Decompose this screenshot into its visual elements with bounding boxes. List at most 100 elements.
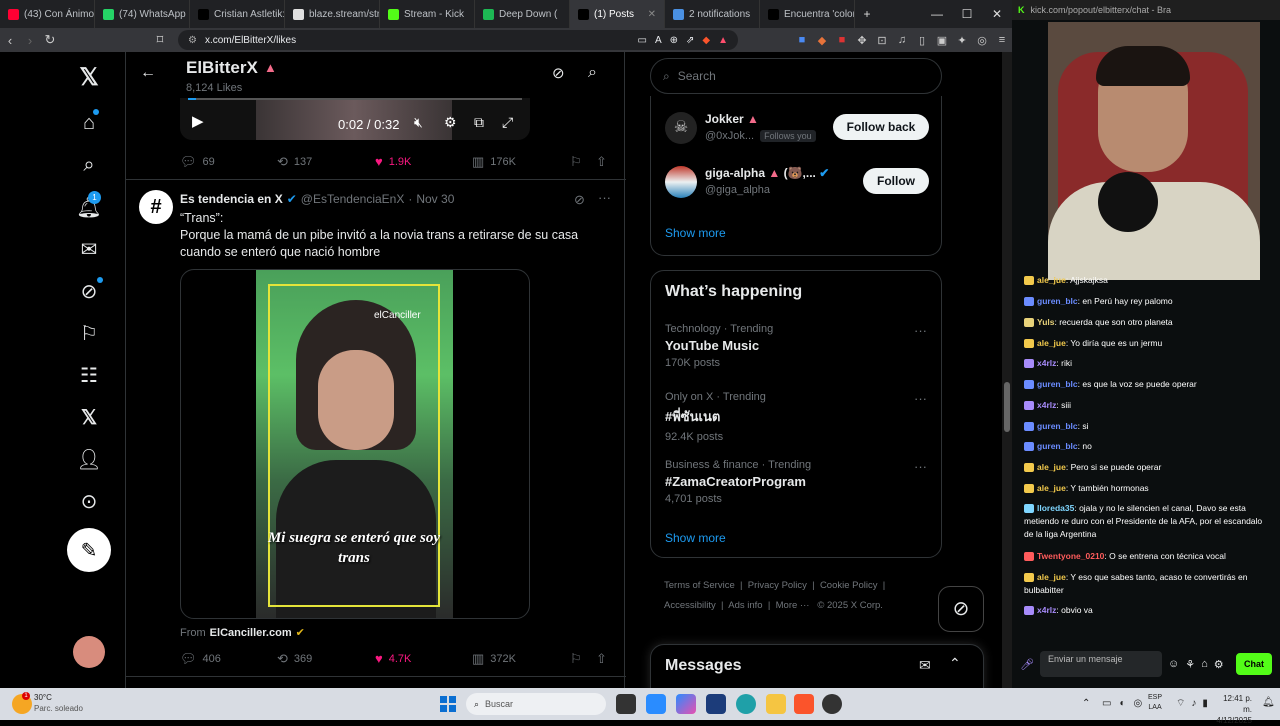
chat-username[interactable]: x4rlz <box>1037 358 1056 368</box>
chat-username[interactable]: guren_blc <box>1037 379 1078 389</box>
chat-username[interactable]: Twentyone_0210 <box>1037 551 1104 561</box>
follow-name[interactable]: Jokker ▲ <box>705 112 759 126</box>
sidebar-icon[interactable]: ▯ <box>912 34 932 47</box>
maximize-button[interactable]: ☐ <box>952 7 982 21</box>
url-field[interactable]: ⚙ x.com/ElBitterX/likes ▭ A ⊕ ⇗ ◆ ▲ <box>178 30 738 50</box>
follow-avatar[interactable]: ☠ <box>665 112 697 144</box>
post-more-icon[interactable]: ··· <box>598 190 611 205</box>
bookmarks-icon[interactable]: ⚐ <box>76 320 102 346</box>
x-logo-icon[interactable]: 𝕏 <box>76 64 102 91</box>
footer-link[interactable]: Accessibility <box>664 600 716 611</box>
grok-float-button[interactable]: ⊘ <box>938 586 984 632</box>
grok-header-icon[interactable]: ⊘ <box>552 64 565 82</box>
avatar[interactable] <box>73 636 105 668</box>
repost-button[interactable]: ⟲ 137 <box>277 154 312 170</box>
chat-username[interactable]: ale_jue <box>1037 338 1066 348</box>
messages-icon[interactable]: ✉ <box>76 236 102 262</box>
share-post-button[interactable]: ⇧ <box>596 154 607 170</box>
extension-red-icon[interactable]: ■ <box>832 34 852 46</box>
search-input[interactable]: ⌕ Search <box>650 58 942 94</box>
video-player-2[interactable]: elCanciller Mi suegra se enteró que soy … <box>180 269 530 619</box>
brave-rewards-icon[interactable]: ▲ <box>718 35 728 46</box>
start-icon[interactable] <box>440 696 456 712</box>
play-icon[interactable]: ▶ <box>192 112 204 130</box>
taskbar-search[interactable]: ⌕ Buscar <box>466 693 606 715</box>
copilot-icon[interactable] <box>676 694 696 714</box>
settings-icon[interactable]: ⚙ <box>444 114 457 131</box>
cast-icon[interactable]: ▭ <box>637 35 646 46</box>
browser-tab[interactable]: (74) WhatsApp <box>95 0 190 28</box>
more-icon[interactable]: ⊙ <box>76 488 102 514</box>
back-arrow-icon[interactable]: ← <box>140 64 156 82</box>
taskview-icon[interactable] <box>616 694 636 714</box>
chat-username[interactable]: guren_blc <box>1037 441 1078 451</box>
post-handle[interactable]: @EsTendenciaEnX <box>301 192 405 206</box>
follow-back-button[interactable]: Follow back <box>833 114 929 140</box>
reply-button[interactable]: 💬︎ 69 <box>180 154 215 170</box>
system-icons[interactable]: ⌔♪▮ <box>1176 697 1214 710</box>
post-author[interactable]: Es tendencia en X <box>180 192 283 206</box>
screenshot-icon[interactable]: ⊡ <box>872 34 892 47</box>
footer-link[interactable]: Ads info <box>728 600 762 611</box>
browser-tab[interactable]: (1) Posts ✕ <box>570 0 665 28</box>
chat-send-button[interactable]: Chat <box>1236 653 1272 675</box>
trend-item[interactable]: Business & finance · Trending #ZamaCreat… <box>665 459 925 505</box>
trend-item[interactable]: Technology · Trending YouTube Music 170K… <box>665 323 925 369</box>
browser-tab[interactable]: (43) Con Ánimo d <box>0 0 95 28</box>
reload-icon[interactable]: ↻ <box>40 32 60 48</box>
footer-link[interactable]: Cookie Policy <box>820 580 878 591</box>
messages-drawer[interactable]: Messages ✉ ⌃ <box>650 644 984 688</box>
media-icon[interactable]: ♫ <box>892 34 912 46</box>
fullscreen-icon[interactable]: ⤢ <box>502 114 513 131</box>
mic-icon[interactable]: 🎤︎ <box>1020 658 1034 671</box>
leo-icon[interactable]: ✦ <box>952 34 972 47</box>
store-app-icon[interactable] <box>706 694 726 714</box>
expand-icon[interactable]: ⌃ <box>949 655 961 672</box>
chat-username[interactable]: lloreda35 <box>1037 503 1074 513</box>
footer-link[interactable]: More ··· <box>776 600 810 611</box>
search-header-icon[interactable]: ⌕ <box>588 64 597 82</box>
tray-chevron-icon[interactable]: ⌃ <box>1082 698 1090 709</box>
browser-tab[interactable]: blaze.stream/stre <box>285 0 380 28</box>
video-player-1[interactable]: ▶ 0:02 / 0:32 🔇︎ ⚙ ⧉ ⤢ <box>180 98 530 140</box>
chat-username[interactable]: ale_jue <box>1037 483 1066 493</box>
follow-avatar[interactable] <box>665 166 697 198</box>
minimize-button[interactable]: — <box>922 7 952 21</box>
premium-x-icon[interactable]: 𝕏 <box>76 404 102 430</box>
footer-link[interactable]: Privacy Policy <box>748 580 807 591</box>
from-source-link[interactable]: ElCanciller.com <box>210 627 292 639</box>
back-icon[interactable]: ‹ <box>0 33 20 48</box>
chat-username[interactable]: x4rlz <box>1037 400 1056 410</box>
site-info-icon[interactable]: ⚙ <box>188 35 197 46</box>
obs-icon[interactable] <box>822 694 842 714</box>
explorer-icon[interactable] <box>766 694 786 714</box>
communities-icon[interactable]: ☷ <box>76 362 102 388</box>
scrollbar-thumb[interactable] <box>1004 382 1010 432</box>
browser-tab[interactable]: Stream - Kick <box>380 0 475 28</box>
chat-username[interactable]: ale_jue <box>1037 462 1066 472</box>
grok-post-icon[interactable]: ⊘ <box>574 192 585 208</box>
browser-tab[interactable]: Cristian Astletik: L <box>190 0 285 28</box>
bookmark-post-button[interactable]: ⚐ <box>570 651 582 667</box>
extension-translate-icon[interactable]: ■ <box>792 34 812 46</box>
bookmark-post-button[interactable]: ⚐ <box>570 154 582 170</box>
close-window-button[interactable]: ✕ <box>982 7 1012 21</box>
trend-item[interactable]: Only on X · Trending #พี่ซันเนต 92.4K po… <box>665 391 925 443</box>
lang-indicator[interactable]: ESP LAA <box>1148 693 1162 713</box>
trend-more-icon[interactable]: ··· <box>914 459 927 474</box>
chat-username[interactable]: x4rlz <box>1037 605 1056 615</box>
like-button[interactable]: ♥ 4.7K <box>375 651 411 666</box>
chat-username[interactable]: guren_blc <box>1037 421 1078 431</box>
extension-fox-icon[interactable]: ◆ <box>812 34 832 47</box>
compose-post-button[interactable]: ✎ <box>67 528 111 572</box>
follow-name[interactable]: giga-alpha ▲ (🐻,... ✔ <box>705 166 829 180</box>
reply-button[interactable]: 💬︎ 406 <box>180 651 221 667</box>
share-post-button[interactable]: ⇧ <box>596 651 607 667</box>
views-button[interactable]: ▥ 372K <box>472 651 516 667</box>
show-more-link[interactable]: Show more <box>665 226 726 240</box>
share-icon[interactable]: ⇗ <box>686 35 694 46</box>
like-button[interactable]: ♥ 1.9K <box>375 154 411 169</box>
vpn-icon[interactable]: ◎ <box>972 34 992 47</box>
repost-button[interactable]: ⟲ 369 <box>277 651 312 667</box>
post-date[interactable]: Nov 30 <box>416 192 454 206</box>
